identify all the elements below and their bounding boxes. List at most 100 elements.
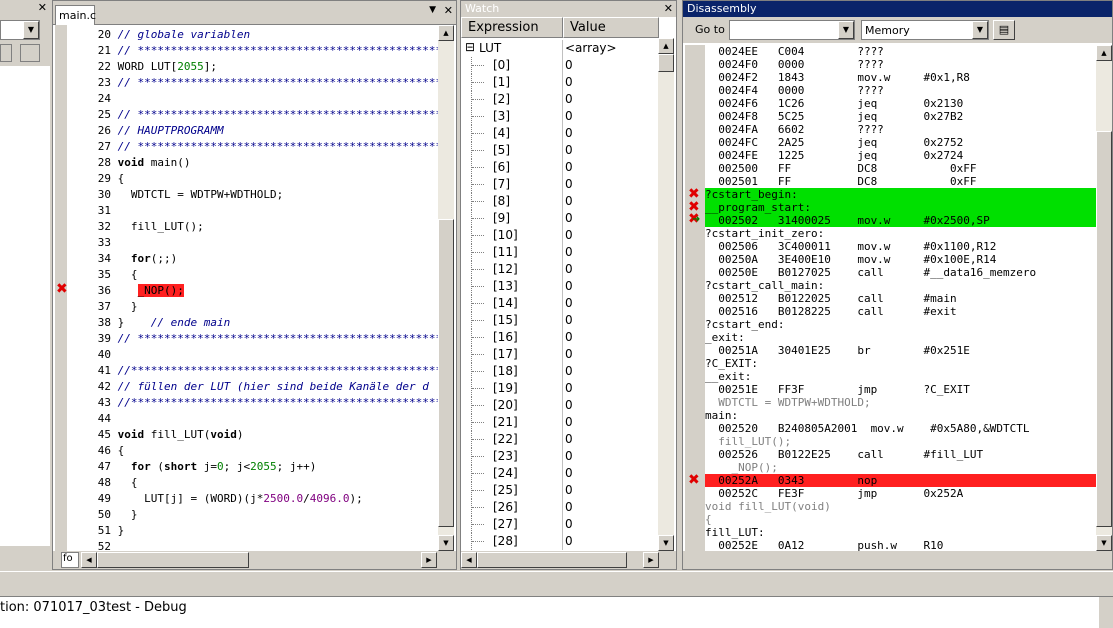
- disassembly-line[interactable]: 00250E B0127025 call #__data16_memzero: [705, 266, 1099, 279]
- tab-menu-icon[interactable]: ▼: [429, 5, 436, 15]
- scroll-right-icon[interactable]: ▶: [643, 552, 659, 568]
- tab-main-c[interactable]: main.c: [55, 5, 96, 25]
- code-line[interactable]: 25 // **********************************…: [67, 107, 439, 123]
- code-line[interactable]: 44: [67, 411, 118, 427]
- document-icon[interactable]: ▤: [993, 20, 1015, 40]
- disassembly-line[interactable]: {: [705, 513, 1099, 526]
- watch-row[interactable]: [5] 0: [461, 142, 658, 159]
- watch-row[interactable]: [25] 0: [461, 482, 658, 499]
- watch-row[interactable]: [4] 0: [461, 125, 658, 142]
- code-line[interactable]: 35 {: [67, 267, 138, 283]
- disassembly-vscroll[interactable]: ▲ ▼: [1096, 45, 1112, 551]
- code-line[interactable]: 39 // **********************************…: [67, 331, 439, 347]
- scroll-up-icon[interactable]: ▲: [658, 38, 674, 54]
- breakpoint-icon[interactable]: ✖: [688, 472, 700, 488]
- scroll-up-icon[interactable]: ▲: [438, 25, 454, 41]
- scroll-left-icon[interactable]: ◀: [81, 552, 97, 568]
- code-line[interactable]: 32 fill_LUT();: [67, 219, 204, 235]
- bottom-tab[interactable]: fo: [61, 552, 79, 568]
- code-line[interactable]: 40: [67, 347, 118, 363]
- disassembly-line[interactable]: 0024FA 6602 ????: [705, 123, 1099, 136]
- watch-row[interactable]: [16] 0: [461, 329, 658, 346]
- close-icon[interactable]: ✕: [664, 1, 673, 16]
- disassembly-line[interactable]: 0024F2 1843 mov.w #0x1,R8: [705, 71, 1099, 84]
- toolbar-button[interactable]: [0, 44, 12, 62]
- disassembly-line[interactable]: ?C_EXIT:: [705, 357, 1099, 370]
- scroll-thumb[interactable]: [658, 54, 674, 72]
- watch-row-root[interactable]: ⊟ LUT <array>: [461, 40, 658, 57]
- disassembly-line[interactable]: 00251E FF3F jmp ?C_EXIT: [705, 383, 1099, 396]
- watch-row[interactable]: [12] 0: [461, 261, 658, 278]
- watch-row[interactable]: [27] 0: [461, 516, 658, 533]
- disassembly-line[interactable]: 002512 B0122025 call #main: [705, 292, 1099, 305]
- watch-row[interactable]: [15] 0: [461, 312, 658, 329]
- code-line[interactable]: 42 // füllen der LUT (hier sind beide Ka…: [67, 379, 429, 395]
- disassembly-line[interactable]: void fill_LUT(void): [705, 500, 1099, 513]
- watch-row[interactable]: [3] 0: [461, 108, 658, 125]
- scroll-right-icon[interactable]: ▶: [421, 552, 437, 568]
- watch-row[interactable]: [8] 0: [461, 193, 658, 210]
- disassembly-line[interactable]: 00251A 30401E25 br #0x251E: [705, 344, 1099, 357]
- code-line[interactable]: 38 } // ende main: [67, 315, 230, 331]
- code-line[interactable]: 45 void fill_LUT(void): [67, 427, 244, 443]
- code-line[interactable]: 48 {: [67, 475, 138, 491]
- disassembly-line[interactable]: 00252C FE3F jmp 0x252A: [705, 487, 1099, 500]
- code-line[interactable]: 24: [67, 91, 118, 107]
- watch-row[interactable]: [1] 0: [461, 74, 658, 91]
- watch-hscroll[interactable]: ◀ ▶: [461, 551, 676, 569]
- code-line[interactable]: 22 WORD LUT[2055];: [67, 59, 217, 75]
- disassembly-line[interactable]: fill_LUT:: [705, 526, 1099, 539]
- code-line[interactable]: 28 void main(): [67, 155, 191, 171]
- chevron-down-icon[interactable]: ▼: [838, 21, 854, 39]
- watch-row[interactable]: [24] 0: [461, 465, 658, 482]
- code-line[interactable]: 36 _NOP();: [67, 283, 184, 299]
- watch-row[interactable]: [14] 0: [461, 295, 658, 312]
- close-icon[interactable]: ✕: [444, 4, 453, 17]
- watch-row[interactable]: [9] 0: [461, 210, 658, 227]
- disassembly-line[interactable]: WDTCTL = WDTPW+WDTHOLD;: [705, 396, 1099, 409]
- code-line[interactable]: 50 }: [67, 507, 138, 523]
- editor-hscroll[interactable]: fo ◀ ▶: [53, 551, 456, 569]
- disassembly-hscroll[interactable]: [683, 551, 1112, 569]
- scroll-left-icon[interactable]: ◀: [461, 552, 477, 568]
- scroll-thumb[interactable]: [1096, 131, 1112, 527]
- watch-row[interactable]: [11] 0: [461, 244, 658, 261]
- hscroll-thumb[interactable]: [477, 552, 627, 568]
- disassembly-line[interactable]: __exit:: [705, 370, 1099, 383]
- code-area[interactable]: 20 // globale variablen 21 // ***********…: [67, 25, 439, 551]
- disassembly-line[interactable]: 002502 31400025 mov.w #0x2500,SP: [705, 214, 1099, 227]
- code-line[interactable]: 34 for(;;): [67, 251, 178, 267]
- code-line[interactable]: 52: [67, 539, 118, 551]
- log-vscroll[interactable]: [1099, 597, 1113, 628]
- disassembly-line[interactable]: 0024FC 2A25 jeq 0x2752: [705, 136, 1099, 149]
- hscroll-thumb[interactable]: [97, 552, 249, 568]
- disassembly-line[interactable]: 0024F4 0000 ????: [705, 84, 1099, 97]
- watch-row[interactable]: [6] 0: [461, 159, 658, 176]
- code-line[interactable]: 29 {: [67, 171, 125, 187]
- chevron-down-icon[interactable]: ▼: [972, 21, 988, 39]
- code-line[interactable]: 31: [67, 203, 118, 219]
- column-value[interactable]: Value: [563, 17, 659, 38]
- memory-combo[interactable]: Memory ▼: [861, 20, 989, 40]
- watch-row[interactable]: [17] 0: [461, 346, 658, 363]
- scroll-thumb[interactable]: [438, 219, 454, 527]
- code-line[interactable]: 26 // HAUPTPROGRAMM: [67, 123, 224, 139]
- code-line[interactable]: 37 }: [67, 299, 138, 315]
- goto-combo[interactable]: ▼: [729, 20, 855, 40]
- disassembly-line[interactable]: 0024F0 0000 ????: [705, 58, 1099, 71]
- disassembly-line[interactable]: 002501 FF DC8 0xFF: [705, 175, 1099, 188]
- disassembly-line[interactable]: ?cstart_call_main:: [705, 279, 1099, 292]
- workspace-hscroll[interactable]: [0, 548, 50, 566]
- code-line[interactable]: 43 //***********************************…: [67, 395, 439, 411]
- disassembly-line[interactable]: 0024FE 1225 jeq 0x2724: [705, 149, 1099, 162]
- disassembly-line[interactable]: 002526 B0122E25 call #fill_LUT: [705, 448, 1099, 461]
- disassembly-line[interactable]: 00252E 0A12 push.w R10: [705, 539, 1099, 551]
- disassembly-line[interactable]: ?cstart_begin:: [705, 188, 1099, 201]
- chevron-down-icon[interactable]: ▼: [23, 21, 39, 39]
- disassembly-line[interactable]: 0024EE C004 ????: [705, 45, 1099, 58]
- watch-row[interactable]: [2] 0: [461, 91, 658, 108]
- code-line[interactable]: 51 }: [67, 523, 125, 539]
- watch-row[interactable]: [22] 0: [461, 431, 658, 448]
- code-line[interactable]: 27 // **********************************…: [67, 139, 439, 155]
- watch-row[interactable]: [23] 0: [461, 448, 658, 465]
